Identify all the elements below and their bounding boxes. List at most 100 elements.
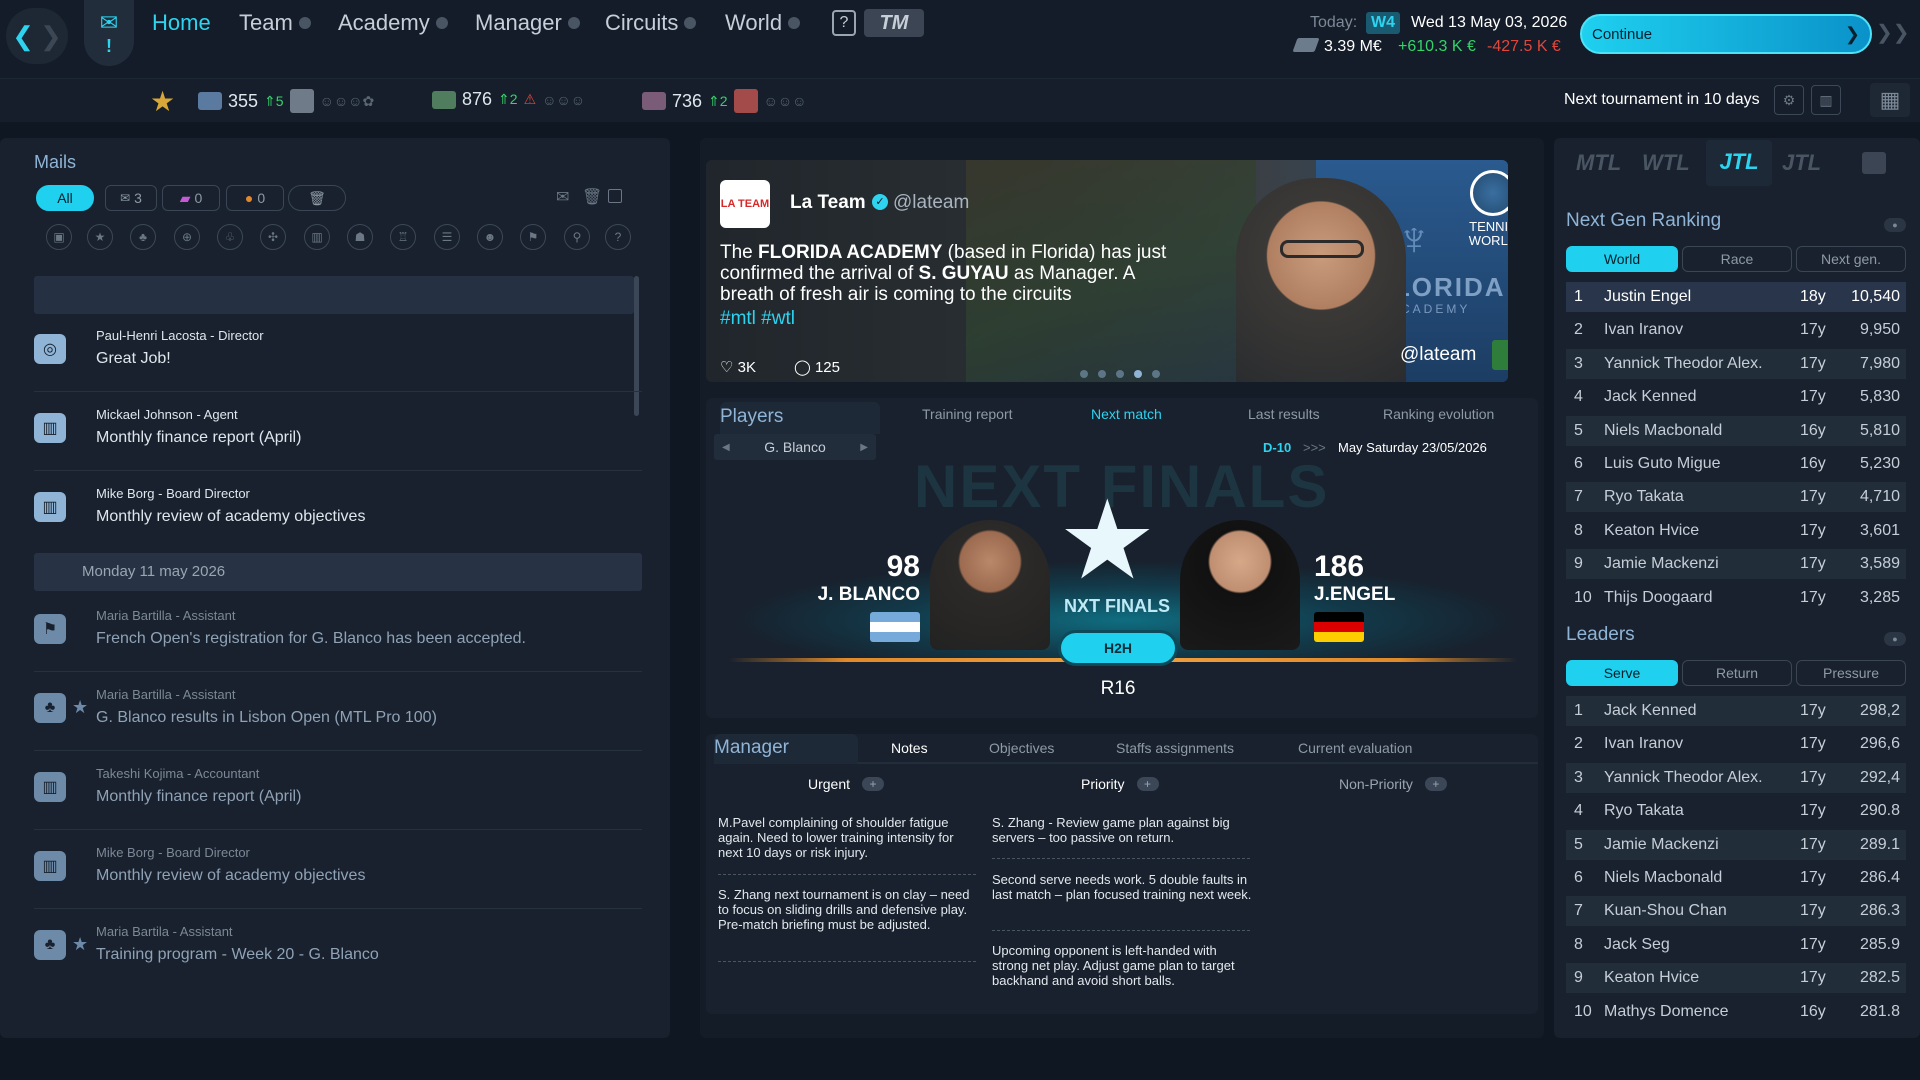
category-ball-icon[interactable]: ⊕ <box>174 224 200 250</box>
mail-item[interactable]: ♣ ★ Maria Bartila - Assistant Training p… <box>34 910 642 988</box>
category-bank-icon[interactable]: ▥ <box>304 224 330 250</box>
tour-jtl-girls[interactable]: JTL <box>1782 150 1821 176</box>
ranking-row[interactable]: 7 Kuan-Shou Chan 17y 286.3 <box>1566 896 1906 927</box>
ranking-row[interactable]: 4 Ryo Takata 17y 290.8 <box>1566 796 1906 826</box>
mail-item[interactable]: ◎ Paul-Henri Lacosta - Director Great Jo… <box>34 314 642 392</box>
ranking-row[interactable]: 10 Mathys Domence 16y 281.8 <box>1566 997 1906 1027</box>
h2h-button[interactable]: H2H <box>1058 630 1178 666</box>
ranking-row[interactable]: 4 Jack Kenned 17y 5,830 <box>1566 382 1906 412</box>
nav-world[interactable]: World <box>725 10 801 36</box>
category-star-icon[interactable]: ★ <box>87 224 113 250</box>
nav-team[interactable]: Team <box>239 10 311 36</box>
team-stat-1[interactable]: 355 ⇑5 ☺☺☺✿ <box>198 89 374 113</box>
ranking-row[interactable]: 5 Jamie Mackenzi 17y 289.1 <box>1566 829 1906 860</box>
urgent-note[interactable]: S. Zhang next tournament is on clay – ne… <box>718 887 978 932</box>
filter-trash[interactable]: 🗑 <box>288 185 346 211</box>
tournament-icon[interactable]: ⚙ <box>1774 85 1804 115</box>
team-stat-2[interactable]: 876 ⇑2 ⚠ ☺☺☺ <box>432 89 585 110</box>
filter-messages[interactable]: ▰ 0 <box>162 185 220 211</box>
prev-player-icon[interactable]: ◀ <box>722 442 730 453</box>
calendar-icon[interactable]: ▦ <box>1870 83 1910 117</box>
team-stat-3[interactable]: 736 ⇑2 ☺☺☺ <box>642 89 806 113</box>
carousel-dot[interactable] <box>1080 370 1088 378</box>
back-arrow-icon[interactable]: ❮ <box>12 21 34 52</box>
filter-unread[interactable]: ✉ 3 <box>105 185 157 211</box>
forward-arrow-icon[interactable]: ❯ <box>40 21 62 52</box>
leaders-tab-serve[interactable]: Serve <box>1566 660 1678 686</box>
starred-icon[interactable]: ★ <box>72 697 88 718</box>
comments[interactable]: ◯ 125 <box>794 358 840 376</box>
ranking-row[interactable]: 2 Ivan Iranov 17y 296,6 <box>1566 729 1906 759</box>
tab-ranking-evolution[interactable]: Ranking evolution <box>1383 406 1494 422</box>
tab-last-results[interactable]: Last results <box>1248 406 1320 422</box>
ranking-tab-next-gen[interactable]: Next gen. <box>1796 246 1906 272</box>
ranking-tab-race[interactable]: Race <box>1682 246 1792 272</box>
category-box-icon[interactable]: ▣ <box>46 224 72 250</box>
mail-notification-icon[interactable]: ✉! <box>84 0 134 66</box>
urgent-note[interactable]: M.Pavel complaining of shoulder fatigue … <box>718 815 978 860</box>
news-author[interactable]: La Team <box>790 192 866 214</box>
mail-item[interactable]: ♣ ★ Maria Bartilla - Assistant G. Blanco… <box>34 673 642 751</box>
category-team-icon[interactable]: ♧ <box>217 224 243 250</box>
ranking-row[interactable]: 8 Jack Seg 17y 285.9 <box>1566 930 1906 960</box>
add-priority-icon[interactable]: + <box>1136 777 1159 791</box>
mail-item[interactable]: ▥ Takeshi Kojima - Accountant Monthly fi… <box>34 752 642 830</box>
ranking-row[interactable]: 5 Niels Macbonald 16y 5,810 <box>1566 415 1906 446</box>
ranking-row[interactable]: 8 Keaton Hvice 17y 3,601 <box>1566 516 1906 546</box>
carousel-dot[interactable] <box>1098 370 1106 378</box>
tab-objectives[interactable]: Objectives <box>989 740 1054 756</box>
priority-note[interactable]: Upcoming opponent is left-handed with st… <box>992 943 1252 988</box>
priority-note[interactable]: S. Zhang - Review game plan against big … <box>992 815 1252 845</box>
mail-item[interactable]: ▥ Mike Borg - Board Director Monthly rev… <box>34 472 642 550</box>
bracket-icon[interactable]: ▥ <box>1811 85 1841 115</box>
news-hashtags[interactable]: #mtl #wtl <box>720 308 795 330</box>
tab-training-report[interactable]: Training report <box>922 406 1013 422</box>
skip-icon[interactable]: ❯❯ <box>1876 20 1910 45</box>
mail-item[interactable]: ▥ Mickael Johnson - Agent Monthly financ… <box>34 393 642 471</box>
ranking-row[interactable]: 1 Justin Engel 18y 10,540 <box>1566 282 1906 312</box>
selected-mail-highlight[interactable] <box>34 276 634 314</box>
help-button[interactable]: ? <box>832 10 856 36</box>
ranking-row[interactable]: 9 Jamie Mackenzi 17y 3,589 <box>1566 549 1906 580</box>
tab-notes[interactable]: Notes <box>891 740 928 756</box>
category-puzzle-icon[interactable]: ✣ <box>260 224 286 250</box>
leaders-toggle-icon[interactable]: ● <box>1884 632 1906 646</box>
tour-mtl[interactable]: MTL <box>1576 150 1621 176</box>
tour-jtl-boys[interactable]: JTL <box>1706 140 1772 186</box>
ranking-tab-world[interactable]: World <box>1566 246 1678 272</box>
player-selector[interactable]: ◀ G. Blanco ▶ <box>714 434 876 460</box>
add-non-priority-icon[interactable]: + <box>1424 777 1447 791</box>
nav-academy[interactable]: Academy <box>338 10 448 36</box>
continue-button[interactable]: Continue ❯ <box>1580 14 1872 54</box>
ranking-row[interactable]: 7 Ryo Takata 17y 4,710 <box>1566 482 1906 513</box>
likes[interactable]: ♡ 3K <box>720 358 756 376</box>
category-pin-icon[interactable]: ⚲ <box>564 224 590 250</box>
ranking-row[interactable]: 1 Jack Kenned 17y 298,2 <box>1566 696 1906 726</box>
select-all-checkbox[interactable] <box>608 189 622 203</box>
category-help-icon[interactable]: ? <box>605 224 631 250</box>
carousel-dots[interactable] <box>1080 370 1160 378</box>
tab-next-match[interactable]: Next match <box>1091 406 1162 422</box>
nav-circuits[interactable]: Circuits <box>605 10 697 36</box>
filter-all[interactable]: All <box>36 185 94 211</box>
ranking-row[interactable]: 6 Luis Guto Migue 16y 5,230 <box>1566 449 1906 479</box>
category-staff-icon[interactable]: ☻ <box>477 224 503 250</box>
filter-alerts[interactable]: ● 0 <box>226 185 284 211</box>
tab-staffs-assignments[interactable]: Staffs assignments <box>1116 740 1234 756</box>
delete-icon[interactable]: 🗑 <box>582 187 602 207</box>
nav-home[interactable]: Home <box>152 10 211 36</box>
category-trophy-icon[interactable]: ♖ <box>390 224 416 250</box>
category-group-icon[interactable]: ♣ <box>130 224 156 250</box>
starred-icon[interactable]: ★ <box>72 934 88 955</box>
mail-item[interactable]: ⚑ Maria Bartilla - Assistant French Open… <box>34 594 642 672</box>
ranking-row[interactable]: 3 Yannick Theodor Alex. 17y 7,980 <box>1566 348 1906 379</box>
leaders-tab-pressure[interactable]: Pressure <box>1796 660 1906 686</box>
category-list-icon[interactable]: ☰ <box>434 224 460 250</box>
category-flag-icon[interactable]: ⚑ <box>520 224 546 250</box>
nav-arrows[interactable]: ❮ ❯ <box>6 8 68 64</box>
next-player-icon[interactable]: ▶ <box>860 442 868 453</box>
news-card[interactable]: ♆ FLORIDA ACADEMY LA TEAM La Team ✓ @lat… <box>706 160 1508 382</box>
other-tour-icon[interactable] <box>1862 152 1886 174</box>
ranking-row[interactable]: 10 Thijs Doogaard 17y 3,285 <box>1566 583 1906 613</box>
ranking-toggle-icon[interactable]: ● <box>1884 218 1906 232</box>
